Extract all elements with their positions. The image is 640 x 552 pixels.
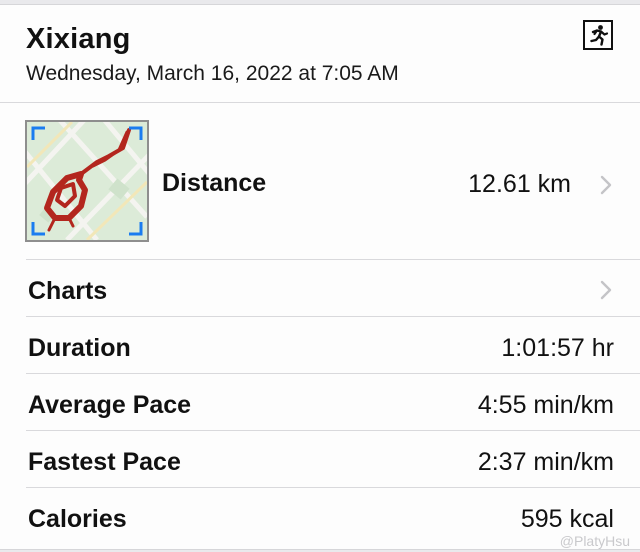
workout-header: Xixiang Wednesday, March 16, 2022 at 7:0… — [0, 5, 640, 102]
chevron-right-icon — [600, 280, 612, 300]
stat-row-calories: Calories 595 kcal — [0, 488, 640, 546]
stat-value: 595 kcal — [520, 505, 614, 533]
distance-label: Distance — [162, 169, 267, 197]
charts-row[interactable]: Charts — [0, 260, 640, 317]
stat-value: 2:37 min/km — [477, 448, 614, 476]
distance-row[interactable]: Distance 12.61 km — [0, 103, 640, 259]
stat-value: 4:55 min/km — [477, 391, 614, 419]
stat-row-duration: Duration 1:01:57 hr — [0, 317, 640, 374]
chevron-right-icon — [600, 175, 612, 195]
watermark: @PlatyHsu — [559, 533, 630, 549]
running-figure-icon — [583, 20, 613, 50]
stat-label: Calories — [28, 505, 127, 533]
charts-label: Charts — [28, 277, 108, 305]
stat-label: Fastest Pace — [28, 448, 181, 476]
workout-datetime: Wednesday, March 16, 2022 at 7:05 AM — [26, 62, 399, 85]
stat-label: Duration — [28, 334, 131, 362]
stat-row-fastest-pace: Fastest Pace 2:37 min/km — [0, 431, 640, 488]
stat-label: Average Pace — [28, 391, 192, 419]
distance-value: 12.61 km — [468, 170, 571, 198]
workout-details-card: Xixiang Wednesday, March 16, 2022 at 7:0… — [0, 4, 640, 550]
route-map-thumbnail[interactable] — [25, 120, 149, 242]
stat-value: 1:01:57 hr — [501, 334, 614, 362]
workout-title: Xixiang — [26, 23, 131, 55]
stat-row-average-pace: Average Pace 4:55 min/km — [0, 374, 640, 431]
